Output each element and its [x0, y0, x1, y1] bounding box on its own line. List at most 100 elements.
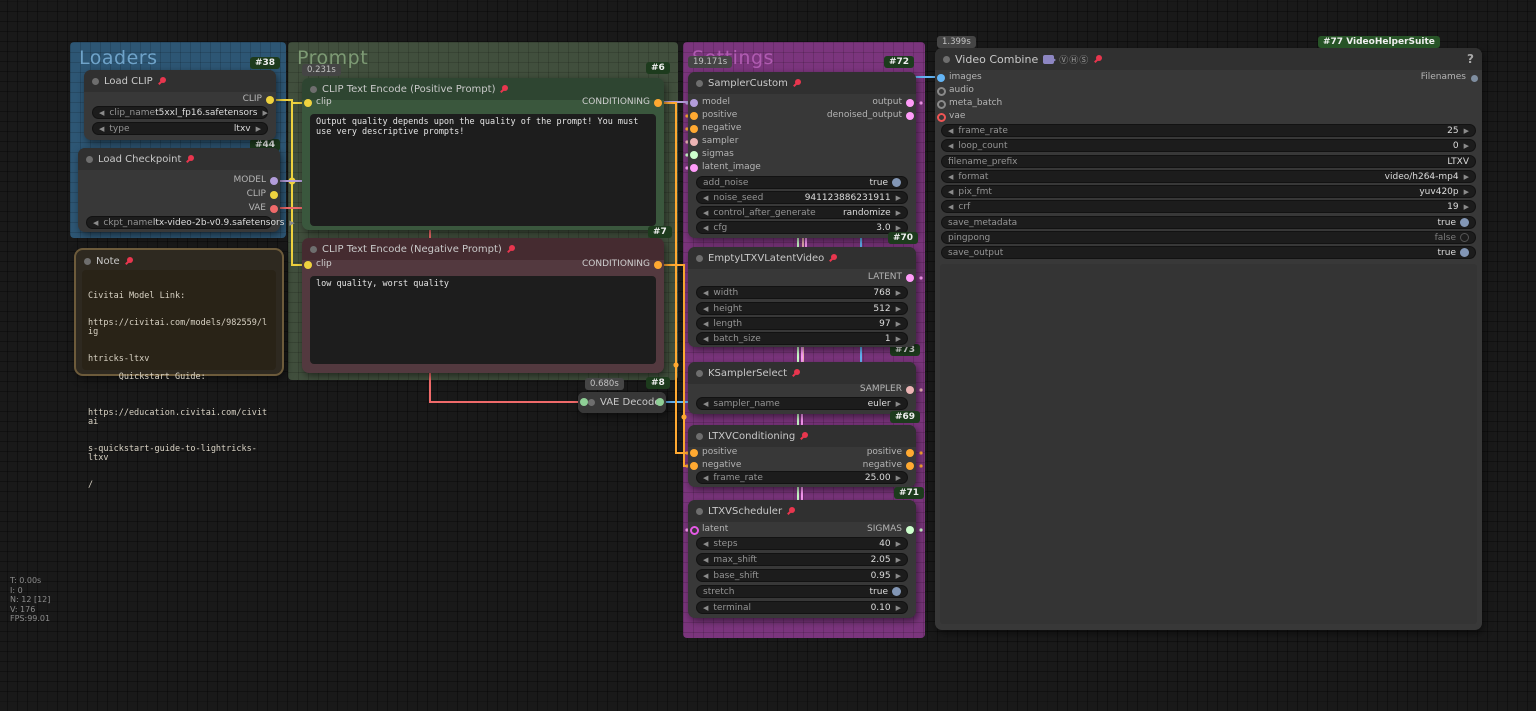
output-port-latent[interactable] — [906, 274, 914, 282]
input-port-model[interactable] — [690, 99, 698, 107]
node-video-combine[interactable]: Video Combine ⓋⒽⓈ ? images audio meta_ba… — [935, 48, 1482, 630]
widget-cfg[interactable]: cfg 3.0 — [696, 221, 908, 234]
node-note-titlebar[interactable]: Note — [76, 250, 282, 272]
widget-frame-rate[interactable]: frame_rate 25 — [941, 124, 1476, 137]
widget-loop-count[interactable]: loop_count 0 — [941, 139, 1476, 152]
widget-batch-size[interactable]: batch_size 1 — [696, 332, 908, 345]
input-port-images[interactable] — [937, 74, 945, 82]
collapse-icon[interactable] — [696, 370, 703, 377]
input-port-clip[interactable] — [304, 99, 312, 107]
node-ltxv-scheduler[interactable]: LTXVScheduler latent SIGMAS steps 40 max… — [688, 500, 916, 618]
collapse-icon[interactable] — [943, 56, 950, 63]
toggle-on[interactable] — [1460, 218, 1469, 227]
widget-terminal[interactable]: terminal 0.10 — [696, 601, 908, 614]
output-port-sigmas[interactable] — [906, 526, 914, 534]
collapse-icon[interactable] — [310, 246, 317, 253]
input-port-vae[interactable] — [937, 113, 946, 122]
node-load-checkpoint[interactable]: Load Checkpoint MODEL CLIP VAE ckpt_name… — [78, 148, 280, 232]
toggle-on[interactable] — [892, 178, 901, 187]
node-note[interactable]: Note Civitai Model Link: https://civitai… — [74, 248, 284, 376]
node-empty-latent-titlebar[interactable]: EmptyLTXVLatentVideo — [688, 247, 916, 269]
widget-length[interactable]: length 97 — [696, 317, 908, 330]
output-port-clip[interactable] — [266, 96, 274, 104]
output-port-conditioning[interactable] — [654, 99, 662, 107]
widget-control-after-generate[interactable]: control_after_generate randomize — [696, 206, 908, 219]
collapse-icon[interactable] — [696, 80, 703, 87]
collapse-icon[interactable] — [86, 156, 93, 163]
input-port-sampler[interactable] — [690, 138, 698, 146]
collapse-icon[interactable] — [696, 255, 703, 262]
help-icon[interactable]: ? — [1467, 52, 1474, 66]
node-ksampler-titlebar[interactable]: KSamplerSelect — [688, 362, 916, 384]
widget-save-output[interactable]: save_output true — [941, 246, 1476, 259]
node-ltxv-sched-titlebar[interactable]: LTXVScheduler — [688, 500, 916, 522]
node-clip-text-encode-negative[interactable]: CLIP Text Encode (Negative Prompt) clip … — [302, 238, 664, 373]
node-video-combine-titlebar[interactable]: Video Combine ⓋⒽⓈ ? — [935, 48, 1482, 70]
widget-ckpt-name[interactable]: ckpt_name ltx-video-2b-v0.9.safetensors — [86, 216, 272, 229]
collapsed-input-port[interactable] — [580, 398, 588, 406]
widget-stretch[interactable]: stretch true — [696, 585, 908, 598]
input-port-positive[interactable] — [690, 449, 698, 457]
node-sampler-titlebar[interactable]: SamplerCustom — [688, 72, 916, 94]
widget-pingpong[interactable]: pingpong false — [941, 231, 1476, 244]
collapse-icon[interactable] — [696, 433, 703, 440]
output-port-sampler[interactable] — [906, 386, 914, 394]
output-port-model[interactable] — [270, 177, 278, 185]
widget-max-shift[interactable]: max_shift 2.05 — [696, 553, 908, 566]
input-port-negative[interactable] — [690, 462, 698, 470]
output-port-output[interactable] — [906, 99, 914, 107]
node-ksampler-select[interactable]: KSamplerSelect SAMPLER sampler_name eule… — [688, 362, 916, 414]
widget-frame-rate[interactable]: frame_rate 25.00 — [696, 471, 908, 484]
node-sampler-custom[interactable]: SamplerCustom model positive negative sa… — [688, 72, 916, 238]
node-load-clip-titlebar[interactable]: Load CLIP — [84, 70, 276, 92]
input-port-positive[interactable] — [690, 112, 698, 120]
input-port-audio[interactable] — [937, 87, 946, 96]
widget-clip-name[interactable]: clip_name t5xxl_fp16.safetensors — [92, 106, 268, 119]
node-clip-text-encode-positive[interactable]: CLIP Text Encode (Positive Prompt) clip … — [302, 78, 664, 230]
input-port-latent[interactable] — [690, 526, 699, 535]
output-port-clip[interactable] — [270, 191, 278, 199]
output-port-negative[interactable] — [906, 462, 914, 470]
collapse-icon[interactable] — [588, 399, 595, 406]
widget-noise-seed[interactable]: noise_seed 941123886231911 — [696, 191, 908, 204]
input-port-latent-image[interactable] — [690, 164, 698, 172]
node-load-clip[interactable]: Load CLIP CLIP clip_name t5xxl_fp16.safe… — [84, 70, 276, 140]
widget-sampler-name[interactable]: sampler_name euler — [696, 397, 908, 410]
widget-type[interactable]: type ltxv — [92, 122, 268, 135]
output-port-positive[interactable] — [906, 449, 914, 457]
node-vae-decode[interactable]: VAE Decode — [578, 392, 666, 413]
widget-width[interactable]: width 768 — [696, 286, 908, 299]
negative-prompt-textarea[interactable]: low quality, worst quality — [310, 276, 656, 364]
widget-steps[interactable]: steps 40 — [696, 537, 908, 550]
toggle-off[interactable] — [1460, 233, 1469, 242]
collapse-icon[interactable] — [696, 508, 703, 515]
node-vae-decode-titlebar[interactable]: VAE Decode — [578, 392, 666, 413]
widget-add-noise[interactable]: add_noise true — [696, 176, 908, 189]
node-load-checkpoint-titlebar[interactable]: Load Checkpoint — [78, 148, 280, 170]
output-port-denoised-output[interactable] — [906, 112, 914, 120]
input-port-meta-batch[interactable] — [937, 100, 946, 109]
node-ltxv-cond-titlebar[interactable]: LTXVConditioning — [688, 425, 916, 447]
widget-filename-prefix[interactable]: filename_prefix LTXV — [941, 155, 1476, 168]
collapse-icon[interactable] — [310, 86, 317, 93]
input-port-sigmas[interactable] — [690, 151, 698, 159]
widget-save-metadata[interactable]: save_metadata true — [941, 216, 1476, 229]
input-port-negative[interactable] — [690, 125, 698, 133]
collapse-icon[interactable] — [92, 78, 99, 85]
node-empty-ltxv-latent-video[interactable]: EmptyLTXVLatentVideo LATENT width 768 he… — [688, 247, 916, 347]
note-text[interactable]: Civitai Model Link: https://civitai.com/… — [82, 270, 276, 370]
widget-base-shift[interactable]: base_shift 0.95 — [696, 569, 908, 582]
node-ltxv-conditioning[interactable]: LTXVConditioning positive negative posit… — [688, 425, 916, 487]
output-port-filenames[interactable] — [1471, 75, 1478, 82]
widget-format[interactable]: format video/h264-mp4 — [941, 170, 1476, 183]
widget-height[interactable]: height 512 — [696, 302, 908, 315]
collapse-icon[interactable] — [84, 258, 91, 265]
output-port-conditioning[interactable] — [654, 261, 662, 269]
widget-pix-fmt[interactable]: pix_fmt yuv420p — [941, 185, 1476, 198]
output-port-vae[interactable] — [270, 205, 278, 213]
widget-crf[interactable]: crf 19 — [941, 200, 1476, 213]
input-port-clip[interactable] — [304, 261, 312, 269]
toggle-on[interactable] — [1460, 248, 1469, 257]
toggle-on[interactable] — [892, 587, 901, 596]
collapsed-output-port[interactable] — [656, 398, 664, 406]
